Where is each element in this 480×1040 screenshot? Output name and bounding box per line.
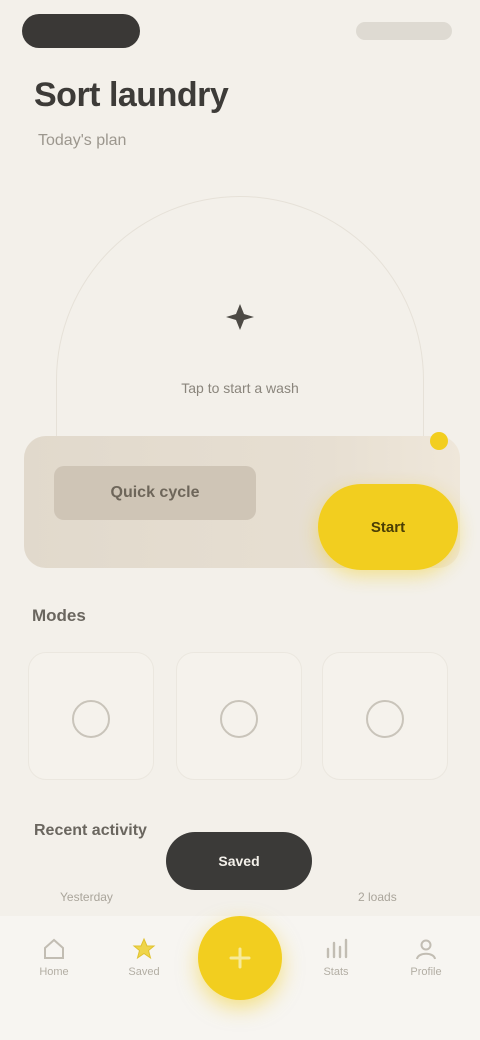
status-time-pill — [22, 14, 140, 48]
star-icon — [132, 937, 156, 960]
plus-icon — [229, 947, 251, 969]
hero-caption: Tap to start a wash — [181, 380, 299, 396]
history-row-left: Yesterday — [60, 890, 113, 904]
tab-label-stats: Stats — [323, 966, 349, 978]
page-subtitle: Today's plan — [38, 132, 127, 149]
history-section-title: Recent activity — [34, 822, 147, 839]
page-title: Sort laundry — [34, 76, 229, 114]
tab-stats[interactable]: Stats — [306, 936, 366, 1006]
notification-dot — [430, 432, 448, 450]
toast-saved[interactable]: Saved — [166, 832, 312, 890]
tab-profile[interactable]: Profile — [396, 936, 456, 1006]
profile-icon — [416, 939, 436, 960]
home-icon — [44, 938, 64, 959]
modes-section-title: Modes — [32, 606, 86, 625]
status-indicators — [356, 22, 452, 40]
tab-label-saved: Saved — [128, 966, 160, 978]
chart-icon — [326, 938, 348, 959]
dry-icon — [220, 700, 258, 738]
wash-icon — [72, 700, 110, 738]
quick-cycle-label: Quick cycle — [54, 466, 256, 520]
add-button[interactable] — [198, 916, 282, 1000]
iron-icon — [366, 700, 404, 738]
tab-label-home: Home — [39, 966, 69, 978]
tab-home[interactable]: Home — [24, 936, 84, 1006]
sparkle-icon — [226, 304, 254, 330]
start-button[interactable]: Start — [318, 484, 458, 570]
status-bar — [0, 0, 480, 64]
history-row-right: 2 loads — [358, 890, 397, 904]
tab-label-profile: Profile — [410, 966, 442, 978]
tab-saved[interactable]: Saved — [114, 936, 174, 1006]
